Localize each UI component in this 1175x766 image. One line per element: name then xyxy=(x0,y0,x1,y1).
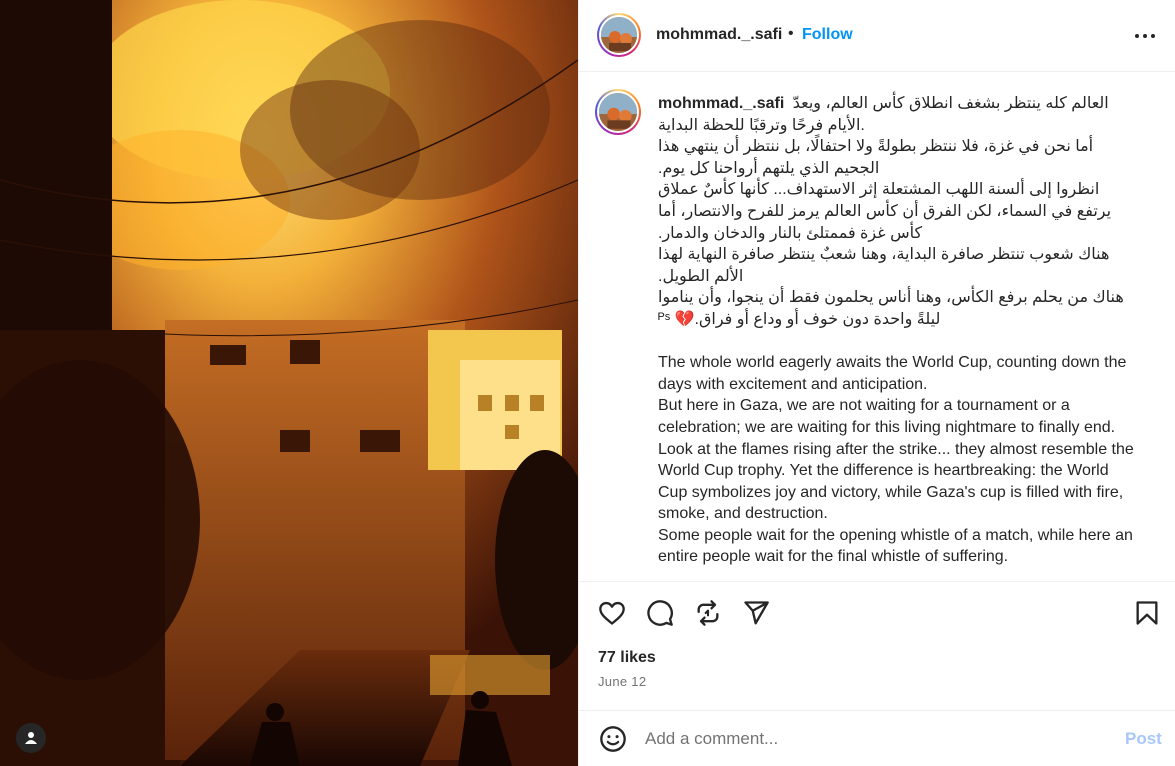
share-button[interactable] xyxy=(740,597,772,629)
more-options-icon xyxy=(1135,34,1155,38)
caption-ar-text: هناك من يحلم برفع الكأس، وهنا أناس يحلمو… xyxy=(658,289,1124,328)
emoji-button[interactable] xyxy=(597,723,629,755)
avatar[interactable] xyxy=(597,13,641,57)
caption-en-text: But here in Gaza, we are not waiting for… xyxy=(658,397,1116,436)
repost-icon xyxy=(697,600,719,626)
follow-button[interactable]: Follow xyxy=(802,26,853,44)
repost-button[interactable] xyxy=(692,597,724,629)
caption-username[interactable]: mohmmad._.safi xyxy=(658,95,784,112)
likes-count[interactable]: 77 likes xyxy=(598,649,656,667)
avatar-image xyxy=(601,17,637,53)
emoji-icon xyxy=(600,726,626,752)
caption-en-text: The whole world eagerly awaits the World… xyxy=(658,354,1127,393)
post-date[interactable]: June 12 xyxy=(598,674,646,689)
divider xyxy=(579,581,1175,582)
avatar-image xyxy=(599,93,637,131)
post-comment-button[interactable]: Post xyxy=(1125,729,1162,749)
caption-area: mohmmad._.safi العالم كله ينتظر بشغف انط… xyxy=(579,73,1175,581)
comment-icon xyxy=(647,600,673,626)
share-icon xyxy=(744,601,769,625)
fire-scene-image xyxy=(0,0,578,766)
caption-en-text: Some people wait for the opening whistle… xyxy=(658,526,1133,566)
separator-dot: • xyxy=(788,25,794,42)
comment-bar: Post xyxy=(579,711,1175,766)
comment-input[interactable] xyxy=(645,726,1085,752)
action-bar xyxy=(579,596,1175,632)
caption-ar-text: هناك شعوب تنتظر صافرة البداية، وهنا شعبٌ… xyxy=(658,246,1110,285)
post-caption: mohmmad._.safi العالم كله ينتظر بشغف انط… xyxy=(658,93,1138,568)
post-details-panel: mohmmad._.safi • Follow mohmmad._.safi ا… xyxy=(578,0,1175,766)
more-options-button[interactable] xyxy=(1133,26,1157,46)
heart-icon xyxy=(599,601,625,625)
user-tag-icon xyxy=(25,732,37,744)
post-photo[interactable] xyxy=(0,0,578,766)
save-button[interactable] xyxy=(1131,597,1163,629)
tag-user-button[interactable] xyxy=(16,723,46,753)
caption-line: mohmmad._.safi العالم كله ينتظر بشغف انط… xyxy=(658,93,1138,136)
caption-avatar[interactable] xyxy=(595,89,641,135)
bookmark-icon xyxy=(1136,601,1158,625)
caption-ar-text: انظروا إلى ألسنة اللهب المشتعلة إثر الاس… xyxy=(658,181,1112,242)
caption-en-text: Look at the flames rising after the stri… xyxy=(658,440,1134,523)
comment-button[interactable] xyxy=(644,597,676,629)
header-username[interactable]: mohmmad._.safi xyxy=(656,26,782,44)
post-header: mohmmad._.safi • Follow xyxy=(579,0,1175,72)
like-button[interactable] xyxy=(596,597,628,629)
caption-ar-text: أما نحن في غزة، فلا ننتظر بطولةً ولا احت… xyxy=(658,138,1094,177)
